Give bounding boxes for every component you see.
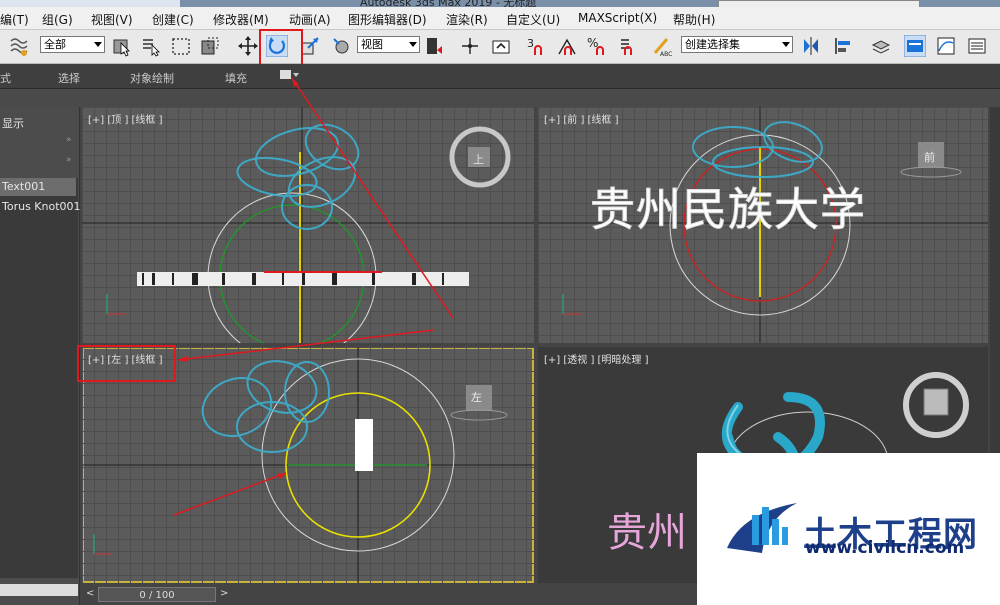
- chevron-left-icon[interactable]: <: [86, 588, 94, 599]
- watermark-panel: 土木工程网 www.civilcn.com: [697, 453, 1000, 605]
- viewport-3d-text-persp: 贵州: [607, 510, 687, 556]
- watermark-logo: [727, 503, 797, 553]
- chevron-right-icon[interactable]: >: [220, 588, 228, 599]
- time-slider[interactable]: 0 / 100: [98, 587, 216, 602]
- watermark-url: www.civilcn.com: [805, 538, 965, 558]
- horizontal-scrollbar[interactable]: [0, 584, 78, 596]
